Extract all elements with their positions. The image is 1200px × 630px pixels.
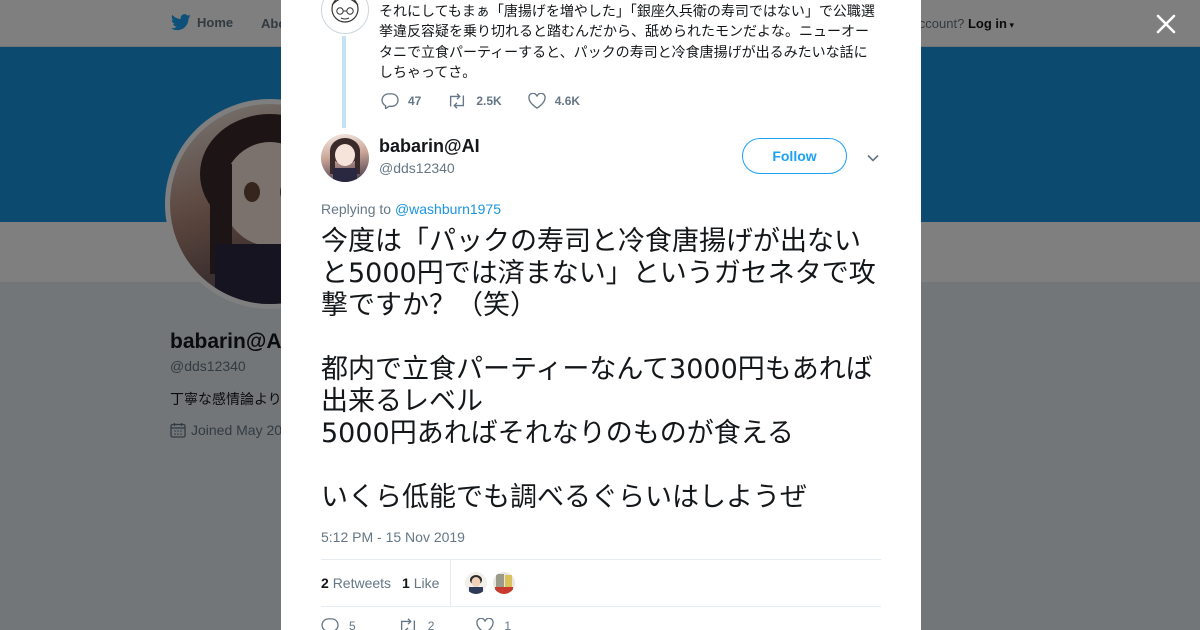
parent-reply-button[interactable]: 47 <box>381 93 421 109</box>
author-handle[interactable]: @dds12340 <box>379 160 455 176</box>
stats-divider <box>450 560 451 607</box>
retweets-stat-count: 2 <box>321 575 329 591</box>
retweet-count: 2 <box>427 619 435 630</box>
replying-to: Replying to @washburn1975 <box>321 201 501 217</box>
likes-stat-count: 1 <box>402 575 410 591</box>
retweets-stat-label: Retweets <box>332 575 392 591</box>
parent-like-count: 4.6K <box>554 94 581 108</box>
parent-tweet-text: それにしてもまぁ「唐揚げを増やした」「銀座久兵衛の寿司ではない」で公職選挙違反容… <box>379 3 875 81</box>
liker-avatar-art <box>465 572 487 594</box>
like-icon <box>476 618 495 630</box>
retweets-stat[interactable]: 2 Retweets <box>321 575 391 591</box>
like-button[interactable]: 1 <box>476 618 511 630</box>
tweet-text: 今度は「パックの寿司と冷食唐揚げが出ないと5000円では済まない」というガセネタ… <box>321 226 876 513</box>
retweet-icon <box>450 93 465 109</box>
retweet-icon <box>400 618 415 630</box>
liker-avatar[interactable] <box>465 572 487 594</box>
author-avatar[interactable] <box>321 134 369 182</box>
reply-icon <box>381 93 399 109</box>
chevron-down-icon[interactable] <box>865 150 881 166</box>
tweet-actions: 5 2 1 <box>321 618 511 630</box>
follow-button[interactable]: Follow <box>742 138 847 174</box>
author-avatar-art <box>330 138 360 182</box>
likes-stat-label: Like <box>413 575 440 591</box>
parent-tweet-avatar[interactable] <box>321 0 369 34</box>
retweeter-avatar[interactable] <box>493 572 515 594</box>
tweet-timestamp[interactable]: 5:12 PM - 15 Nov 2019 <box>321 529 465 545</box>
like-icon <box>528 93 546 109</box>
parent-avatar-art <box>331 0 359 23</box>
tweet-modal: それにしてもまぁ「唐揚げを増やした」「銀座久兵衛の寿司ではない」で公職選挙違反容… <box>281 0 921 630</box>
reply-icon <box>321 618 339 630</box>
like-count: 1 <box>504 619 512 630</box>
parent-tweet-actions: 47 2.5K 4.6K <box>381 93 580 109</box>
parent-like-button[interactable]: 4.6K <box>528 93 580 109</box>
likes-stat[interactable]: 1 Like <box>402 575 439 591</box>
parent-reply-count: 47 <box>408 94 422 108</box>
tweet-stats: 2 Retweets 1 Like <box>321 559 881 607</box>
close-icon[interactable] <box>1152 10 1180 38</box>
parent-retweet-button[interactable]: 2.5K <box>447 93 502 109</box>
reply-count: 5 <box>349 619 356 630</box>
replying-prefix: Replying to <box>321 201 392 217</box>
reply-button[interactable]: 5 <box>321 618 356 630</box>
retweeter-avatar-art <box>493 572 515 594</box>
replying-to-link[interactable]: @washburn1975 <box>395 201 501 217</box>
thread-connector-line <box>342 36 346 128</box>
parent-retweet-count: 2.5K <box>476 94 502 108</box>
retweet-button[interactable]: 2 <box>398 618 435 630</box>
author-name[interactable]: babarin@AI <box>379 136 480 157</box>
